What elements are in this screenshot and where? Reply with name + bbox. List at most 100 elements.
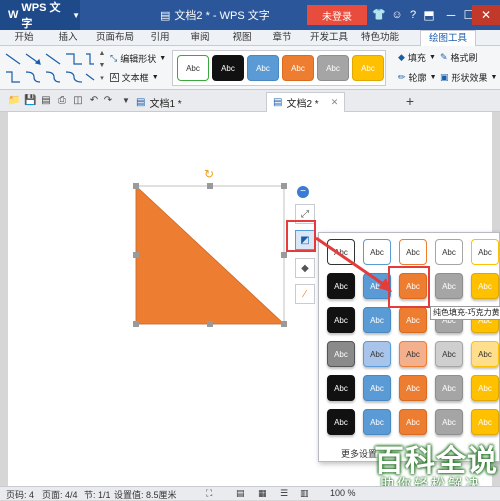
tab-start[interactable]: 开始	[4, 30, 44, 46]
shape-effect-icon: ▣	[440, 71, 449, 82]
tab-view[interactable]: 视图	[224, 30, 260, 46]
selected-style-highlight	[388, 266, 430, 308]
popup-style-swatch[interactable]: Abc	[363, 375, 391, 401]
popup-style-swatch[interactable]: Abc	[327, 409, 355, 435]
status-page-number: 页码: 4	[6, 490, 35, 500]
popup-style-swatch[interactable]: Abc	[399, 375, 427, 401]
app-menu-button[interactable]: W WPS 文字 ▼	[0, 0, 80, 30]
text-box-label: 文本框	[121, 72, 149, 83]
redo-icon[interactable]: ↷	[102, 95, 114, 107]
fill-button[interactable]: ◆ 填充 ▼	[398, 50, 436, 64]
ribbon-style-swatch[interactable]: Abc	[317, 55, 349, 81]
popup-style-swatch[interactable]: Abc	[327, 307, 355, 333]
shape-effect-label: 形状效果	[451, 72, 488, 83]
popup-style-swatch[interactable]: Abc	[327, 239, 355, 265]
ribbon-style-swatch[interactable]: Abc	[212, 55, 244, 81]
wps-logo-icon: W	[8, 9, 19, 21]
ribbon-style-swatch[interactable]: Abc	[247, 55, 279, 81]
skin-icon[interactable]: 👕	[372, 8, 386, 22]
close-button[interactable]: ✕	[472, 5, 500, 25]
tab-chapter[interactable]: 章节	[264, 30, 300, 46]
popup-style-swatch[interactable]: Abc	[327, 341, 355, 367]
format-brush-button[interactable]: ✎ 格式刷	[440, 50, 478, 64]
ribbon-style-swatch[interactable]: Abc	[282, 55, 314, 81]
fill-tool-icon[interactable]: ◆	[295, 258, 315, 278]
reading-view-icon[interactable]: ▥	[300, 488, 309, 499]
shape-effect-button[interactable]: ▣ 形状效果 ▼	[440, 70, 497, 84]
ribbon-style-swatch[interactable]: Abc	[352, 55, 384, 81]
full-screen-icon[interactable]: ⛶	[206, 488, 212, 499]
tab-review[interactable]: 审阅	[182, 30, 218, 46]
popup-style-swatch[interactable]: Abc	[363, 307, 391, 333]
tab-developer[interactable]: 开发工具	[306, 30, 352, 46]
popup-style-swatch[interactable]: Abc	[399, 307, 427, 333]
popup-style-swatch[interactable]: Abc	[327, 273, 355, 299]
tab-page-layout[interactable]: 页面布局	[90, 30, 140, 46]
popup-style-swatch[interactable]: Abc	[435, 273, 463, 299]
popup-style-swatch[interactable]: Abc	[435, 409, 463, 435]
popup-style-swatch[interactable]: Abc	[363, 409, 391, 435]
tab-special-features[interactable]: 特色功能	[356, 30, 404, 46]
ribbon-toggle-button[interactable]: ⬒	[418, 5, 440, 25]
popup-style-swatch[interactable]: Abc	[399, 341, 427, 367]
status-setting: 设置值: 8.5厘米	[114, 490, 177, 500]
chevron-down-icon: ▼	[428, 53, 436, 61]
popup-style-swatch[interactable]: Abc	[471, 239, 499, 265]
save-icon[interactable]: 💾	[24, 95, 36, 107]
popup-style-swatch[interactable]: Abc	[435, 239, 463, 265]
popup-style-swatch[interactable]: Abc	[471, 273, 499, 299]
page-view-icon[interactable]: ▤	[236, 488, 245, 499]
feedback-icon[interactable]: ☺	[390, 8, 404, 22]
edit-shape-label: 编辑形状	[120, 53, 157, 64]
close-tab-icon[interactable]: ✕	[331, 97, 339, 108]
tab-drawing-tools[interactable]: 绘图工具	[420, 30, 476, 46]
chevron-down-icon: ▼	[429, 73, 437, 81]
popup-style-swatch[interactable]: Abc	[363, 273, 391, 299]
undo-icon[interactable]: ↶	[88, 95, 100, 107]
folder-icon[interactable]: 📁	[8, 95, 20, 107]
triangle-shape[interactable]	[130, 178, 290, 330]
popup-style-swatch[interactable]: Abc	[435, 375, 463, 401]
new-tab-icon[interactable]: +	[404, 94, 416, 108]
rotate-handle-icon[interactable]: ↻	[204, 168, 216, 180]
line-shapes-gallery[interactable]	[4, 50, 96, 86]
edit-shape-icon: ⤡	[110, 52, 118, 63]
document-icon: ▤	[273, 97, 283, 108]
print-icon[interactable]: ⎙	[56, 95, 68, 107]
tab-insert[interactable]: 插入	[48, 30, 88, 46]
document-tab-bar: 📁 💾 ▤ ⎙ ◫ ↶ ↷ ▼ ▤ 文档1 * ▤ 文档2 * ✕ +	[0, 90, 500, 112]
doc-tab-2[interactable]: ▤ 文档2 * ✕	[266, 92, 346, 112]
outline-button[interactable]: ✏ 轮廓 ▼	[398, 70, 437, 84]
web-view-icon[interactable]: ▦	[258, 488, 267, 499]
chevron-down-icon: ▼	[159, 54, 167, 62]
window-title-text: 文档2 * - WPS 文字	[174, 10, 270, 22]
popup-style-swatch[interactable]: Abc	[471, 409, 499, 435]
export-pdf-icon[interactable]: ▤	[40, 95, 52, 107]
tab-references[interactable]: 引用	[142, 30, 178, 46]
chevron-down-icon: ▼	[72, 10, 80, 20]
gallery-more-icon[interactable]: ▾	[98, 74, 106, 88]
zoom-level[interactable]: 100 %	[330, 488, 356, 498]
status-section: 节: 1/1	[84, 490, 111, 500]
fill-label: 填充	[407, 52, 426, 63]
popup-style-swatch[interactable]: Abc	[435, 341, 463, 367]
preview-icon[interactable]: ◫	[72, 95, 84, 107]
text-box-button[interactable]: A 文本框 ▼	[110, 70, 159, 84]
popup-style-swatch[interactable]: Abc	[363, 239, 391, 265]
popup-style-swatch[interactable]: Abc	[471, 375, 499, 401]
ribbon-style-swatch[interactable]: Abc	[177, 55, 209, 81]
login-button[interactable]: 未登录	[307, 5, 367, 25]
edit-shape-button[interactable]: ⤡ 编辑形状 ▼	[110, 51, 166, 65]
outline-label: 轮廓	[408, 72, 427, 83]
popup-style-swatch[interactable]: Abc	[399, 409, 427, 435]
popup-style-swatch[interactable]: Abc	[363, 341, 391, 367]
doc-tab-1[interactable]: ▤ 文档1 *	[130, 92, 188, 112]
collapse-toolbar-button[interactable]: −	[297, 186, 309, 198]
menu-bar: 开始 插入 页面布局 引用 审阅 视图 章节 开发工具 特色功能 绘图工具	[0, 30, 500, 46]
outline-tool-icon[interactable]: ⁄	[295, 284, 315, 304]
popup-style-swatch[interactable]: Abc	[471, 341, 499, 367]
popup-style-swatch[interactable]: Abc	[327, 375, 355, 401]
format-brush-icon: ✎	[440, 51, 448, 62]
outline-view-icon[interactable]: ☰	[280, 488, 288, 499]
popup-style-swatch[interactable]: Abc	[399, 239, 427, 265]
